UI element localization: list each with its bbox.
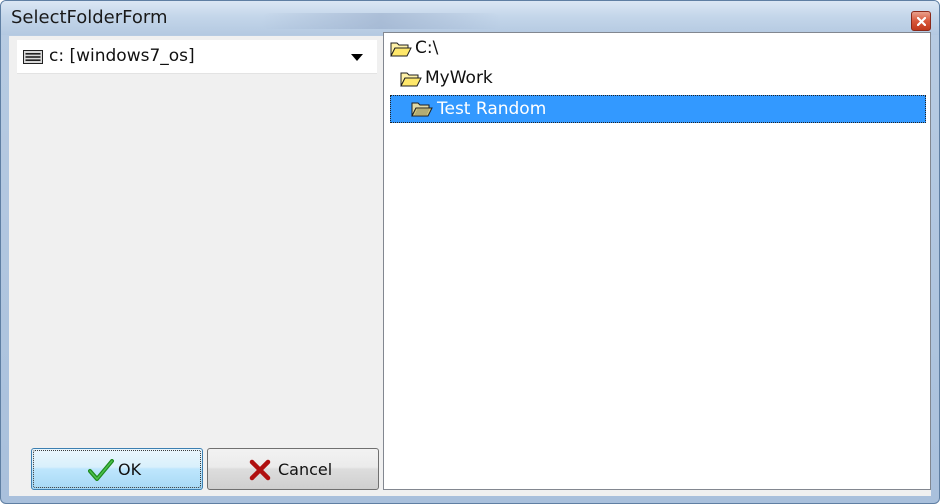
- select-folder-window: SelectFolderForm c: [windows7_os] OK Can…: [0, 0, 940, 504]
- close-button[interactable]: [911, 11, 931, 31]
- tree-node-mywork[interactable]: MyWork: [400, 67, 540, 91]
- tree-node-label: MyWork: [425, 68, 493, 88]
- ok-button[interactable]: OK: [31, 448, 203, 490]
- drive-select[interactable]: c: [windows7_os]: [17, 40, 377, 74]
- window-title: SelectFolderForm: [11, 7, 168, 28]
- x-mark-icon: [249, 459, 271, 481]
- tree-node-root[interactable]: C:\: [390, 37, 510, 61]
- tree-node-label: C:\: [415, 38, 439, 58]
- ok-button-label: OK: [118, 460, 142, 479]
- tree-node-label: Test Random: [437, 99, 547, 119]
- cancel-button-label: Cancel: [278, 460, 333, 479]
- title-bar-glass: [261, 13, 501, 29]
- chevron-down-icon[interactable]: [351, 54, 363, 61]
- folder-tree[interactable]: C:\ MyWork Test Random: [383, 32, 931, 490]
- drive-icon: [23, 50, 43, 64]
- dialog-client-area: c: [windows7_os] OK Cancel C:\ MyWork Te…: [9, 32, 931, 496]
- cancel-button[interactable]: Cancel: [207, 448, 379, 490]
- open-folder-icon: [400, 72, 422, 87]
- open-folder-icon: [411, 102, 433, 117]
- title-bar[interactable]: SelectFolderForm: [1, 1, 939, 35]
- checkmark-icon: [88, 459, 114, 481]
- close-icon: [917, 17, 926, 26]
- open-folder-icon: [390, 42, 412, 57]
- drive-select-value: c: [windows7_os]: [49, 46, 195, 66]
- focus-rectangle: [33, 450, 201, 488]
- tree-node-test-random[interactable]: Test Random: [390, 95, 926, 123]
- left-panel: c: [windows7_os] OK Cancel: [9, 36, 385, 496]
